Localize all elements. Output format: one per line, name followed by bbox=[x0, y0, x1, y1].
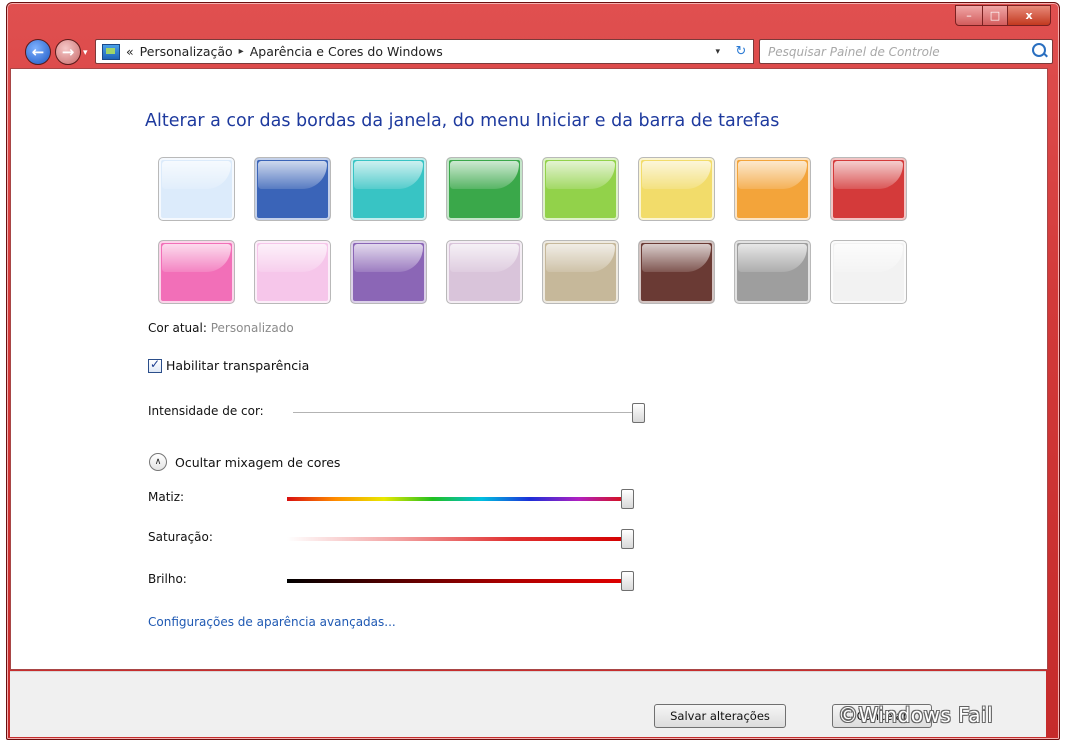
address-bar[interactable]: « Personalização ▸ Aparência e Cores do … bbox=[95, 39, 731, 64]
back-button[interactable]: ← bbox=[25, 39, 51, 65]
transparency-checkbox[interactable]: Habilitar transparência bbox=[148, 357, 309, 373]
page-title: Alterar a cor das bordas da janela, do m… bbox=[145, 111, 780, 131]
color-swatch-fucsia-claro[interactable] bbox=[254, 240, 331, 304]
saturation-slider-track[interactable] bbox=[287, 537, 627, 541]
advanced-appearance-link[interactable]: Configurações de aparência avançadas... bbox=[148, 615, 396, 629]
transparency-label[interactable]: Habilitar transparência bbox=[166, 358, 309, 373]
mixer-toggle-label[interactable]: Ocultar mixagem de cores bbox=[175, 455, 340, 470]
recent-pages-button[interactable]: ▾ bbox=[83, 48, 88, 58]
navigation-toolbar: ← → ▾ « Personalização ▸ Aparência e Cor… bbox=[7, 33, 1059, 67]
color-swatch-lavanda[interactable] bbox=[446, 240, 523, 304]
intensity-slider-thumb[interactable] bbox=[632, 403, 645, 423]
color-swatch-crepusculo[interactable] bbox=[254, 157, 331, 221]
color-swatch-chocolate-claro[interactable] bbox=[542, 240, 619, 304]
color-swatch-geada[interactable] bbox=[830, 240, 907, 304]
save-button[interactable]: Salvar alterações bbox=[654, 704, 786, 728]
current-color-label: Cor atual: bbox=[148, 321, 207, 335]
hue-slider-track[interactable] bbox=[287, 497, 627, 501]
breadcrumb-separator-icon[interactable]: ▸ bbox=[239, 46, 244, 57]
color-swatch-violeta[interactable] bbox=[350, 240, 427, 304]
breadcrumb-aparencia[interactable]: Aparência e Cores do Windows bbox=[250, 44, 443, 59]
refresh-button[interactable]: ↻ bbox=[729, 39, 754, 64]
color-swatch-lima[interactable] bbox=[542, 157, 619, 221]
search-icon[interactable] bbox=[1032, 43, 1046, 57]
brightness-slider-track[interactable] bbox=[287, 579, 627, 583]
refresh-icon: ↻ bbox=[735, 44, 747, 59]
close-button[interactable]: x bbox=[1008, 5, 1051, 26]
search-input[interactable] bbox=[766, 40, 1020, 63]
back-arrow-icon: ← bbox=[31, 43, 45, 61]
color-swatch-gengibre[interactable] bbox=[638, 157, 715, 221]
color-swatch-tulipa[interactable] bbox=[830, 157, 907, 221]
breadcrumb-personalizacao[interactable]: Personalização bbox=[140, 44, 233, 59]
forward-arrow-icon: → bbox=[61, 43, 75, 61]
hue-label: Matiz: bbox=[148, 490, 185, 504]
color-swatch-rosa[interactable] bbox=[158, 240, 235, 304]
saturation-slider-thumb[interactable] bbox=[621, 529, 634, 549]
hue-slider-thumb[interactable] bbox=[621, 489, 634, 509]
minimize-button[interactable]: – bbox=[955, 5, 983, 26]
color-swatch-folha[interactable] bbox=[446, 157, 523, 221]
color-swatch-chocolate[interactable] bbox=[638, 240, 715, 304]
maximize-button[interactable]: □ bbox=[983, 5, 1008, 26]
forward-button[interactable]: → bbox=[55, 39, 81, 65]
window-frame: – □ x ← → ▾ « Personalização ▸ Aparência… bbox=[6, 2, 1060, 740]
checkbox-checked-icon[interactable] bbox=[148, 357, 162, 373]
address-dropdown-icon[interactable]: ▾ bbox=[715, 47, 720, 57]
brightness-slider-thumb[interactable] bbox=[621, 571, 634, 591]
chevron-up-icon[interactable]: ∧ bbox=[149, 453, 167, 471]
color-swatch-ceu[interactable] bbox=[158, 157, 235, 221]
caption-buttons: – □ x bbox=[955, 5, 1051, 26]
current-color-value: Personalizado bbox=[210, 321, 294, 335]
saturation-label: Saturação: bbox=[148, 530, 213, 544]
current-color: Cor atual: Personalizado bbox=[148, 321, 294, 335]
intensity-slider-track[interactable] bbox=[293, 412, 638, 413]
content-pane: Alterar a cor das bordas da janela, do m… bbox=[10, 68, 1048, 670]
search-box[interactable] bbox=[759, 39, 1053, 64]
watermark-text: ©Windows Fail bbox=[838, 703, 994, 727]
mixer-toggle[interactable]: ∧ Ocultar mixagem de cores bbox=[149, 453, 340, 471]
color-swatch-mar[interactable] bbox=[350, 157, 427, 221]
intensity-label: Intensidade de cor: bbox=[148, 404, 264, 418]
address-prefix[interactable]: « bbox=[126, 44, 134, 59]
control-panel-icon bbox=[102, 43, 120, 60]
color-swatch-ardosia[interactable] bbox=[734, 240, 811, 304]
color-swatch-abobora[interactable] bbox=[734, 157, 811, 221]
brightness-label: Brilho: bbox=[148, 572, 187, 586]
